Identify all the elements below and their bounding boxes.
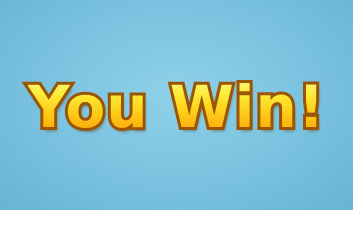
win-message: You Win! You Win! [25,70,328,144]
game-screen: You Win! You Win! [0,0,353,210]
win-message-text: You Win! [27,73,326,141]
win-banner: You Win! You Win! [0,70,353,144]
